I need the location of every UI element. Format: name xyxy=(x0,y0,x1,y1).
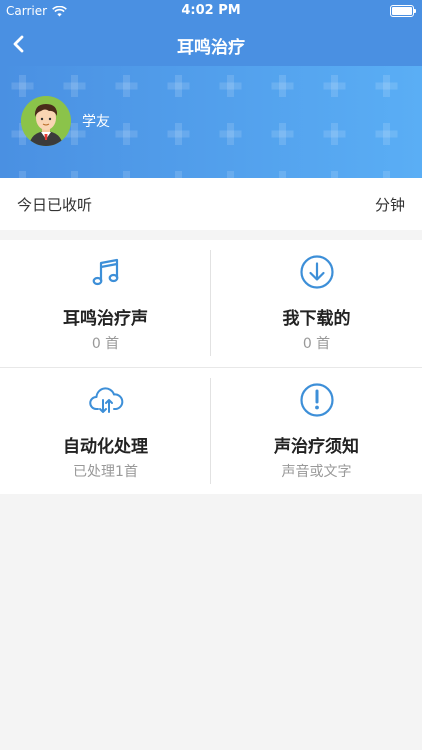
nav-bar: 耳鸣治疗 xyxy=(0,22,422,66)
vertical-divider xyxy=(210,250,211,356)
feature-subtitle: 声音或文字 xyxy=(281,464,352,480)
today-listening-row: 今日已收听 分钟 xyxy=(0,178,422,230)
feature-grid: 耳鸣治疗声 0 首 我下载的 0 首 自动化处理 已处理1首 声治疗须知 声音或… xyxy=(0,240,422,494)
user-name: 学友 xyxy=(82,114,110,130)
today-listening-value: 分钟 xyxy=(374,196,405,214)
profile-header: 学友 xyxy=(0,66,422,178)
status-bar: Carrier 4:02 PM xyxy=(0,0,422,22)
feature-subtitle: 0 首 xyxy=(302,336,331,352)
feature-auto-processing[interactable]: 自动化处理 已处理1首 xyxy=(0,368,211,495)
user-avatar-icon[interactable] xyxy=(21,96,71,146)
music-note-icon xyxy=(92,258,119,286)
exclamation-icon xyxy=(300,383,334,417)
feature-title: 自动化处理 xyxy=(63,437,148,457)
feature-subtitle: 已处理1首 xyxy=(73,464,138,480)
cloud-sync-icon xyxy=(89,387,124,413)
battery-icon xyxy=(390,5,416,17)
feature-tinnitus-sounds[interactable]: 耳鸣治疗声 0 首 xyxy=(0,240,211,367)
feature-treatment-notice[interactable]: 声治疗须知 声音或文字 xyxy=(211,368,422,495)
feature-title: 耳鸣治疗声 xyxy=(63,309,148,329)
feature-my-downloads[interactable]: 我下载的 0 首 xyxy=(211,240,422,367)
download-icon xyxy=(300,255,334,289)
feature-title: 声治疗须知 xyxy=(274,437,359,457)
feature-title: 我下载的 xyxy=(282,309,351,329)
horizontal-divider xyxy=(0,367,422,368)
today-listening-label: 今日已收听 xyxy=(17,196,93,214)
page-title: 耳鸣治疗 xyxy=(177,38,245,58)
feature-subtitle: 0 首 xyxy=(91,336,120,352)
status-time: 4:02 PM xyxy=(181,3,241,18)
vertical-divider xyxy=(210,378,211,484)
